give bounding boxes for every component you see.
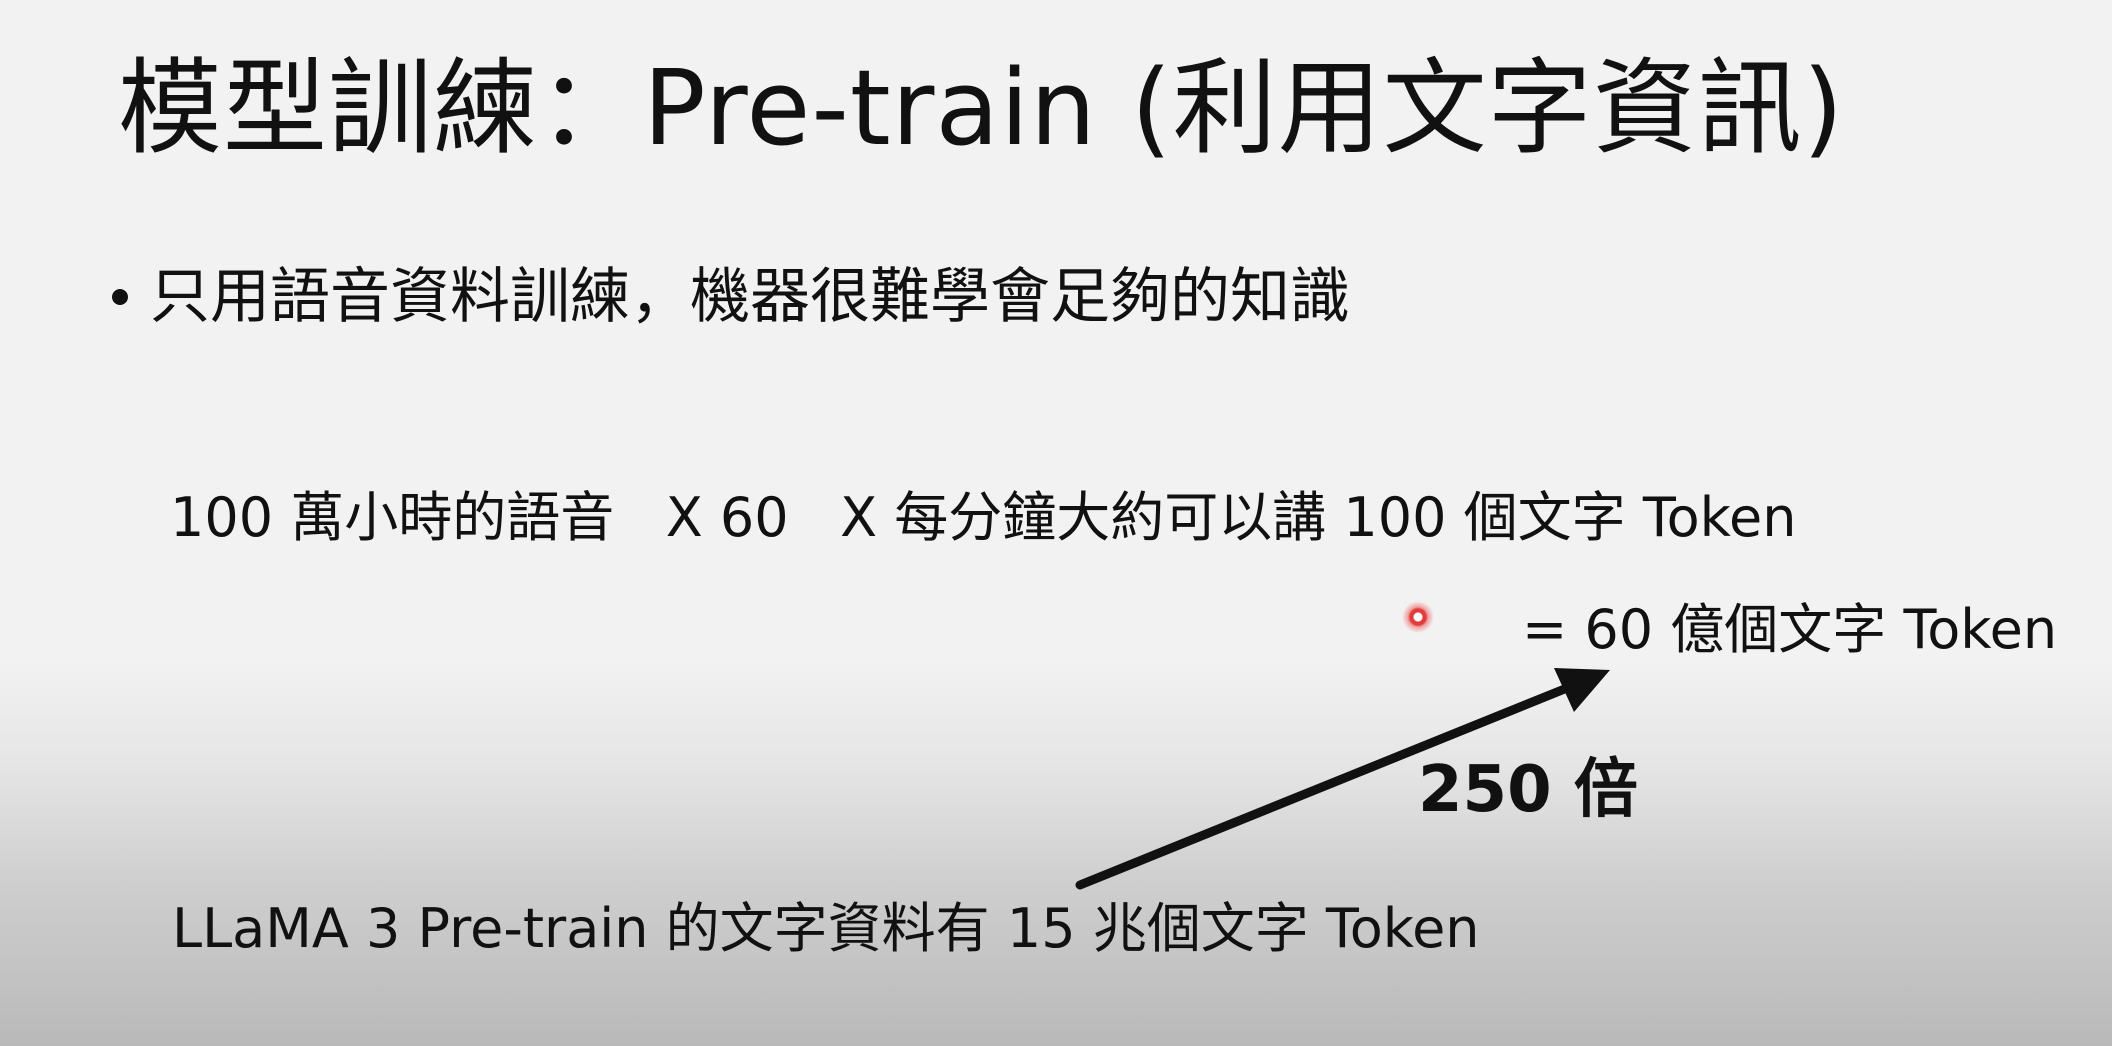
bullet-text: 只用語音資料訓練，機器很難學會足夠的知識 [150, 262, 1350, 332]
arrow-head [1554, 668, 1610, 712]
bullet-item: 只用語音資料訓練，機器很難學會足夠的知識 [112, 252, 1350, 342]
llama-data-line: LLaMA 3 Pre-train 的文字資料有 15 兆個文字 Token [172, 897, 1480, 960]
ratio-label: 250 倍 [1418, 753, 1638, 827]
laser-pointer-icon [1402, 601, 1434, 633]
calculation-line: 100 萬小時的語音 X 60 X 每分鐘大約可以講 100 個文字 Token [170, 486, 1797, 549]
result-line: = 60 億個文字 Token [1522, 598, 2058, 661]
bullet-icon [112, 289, 128, 305]
slide-title: 模型訓練：Pre-train (利用文字資訊) [118, 47, 1845, 169]
